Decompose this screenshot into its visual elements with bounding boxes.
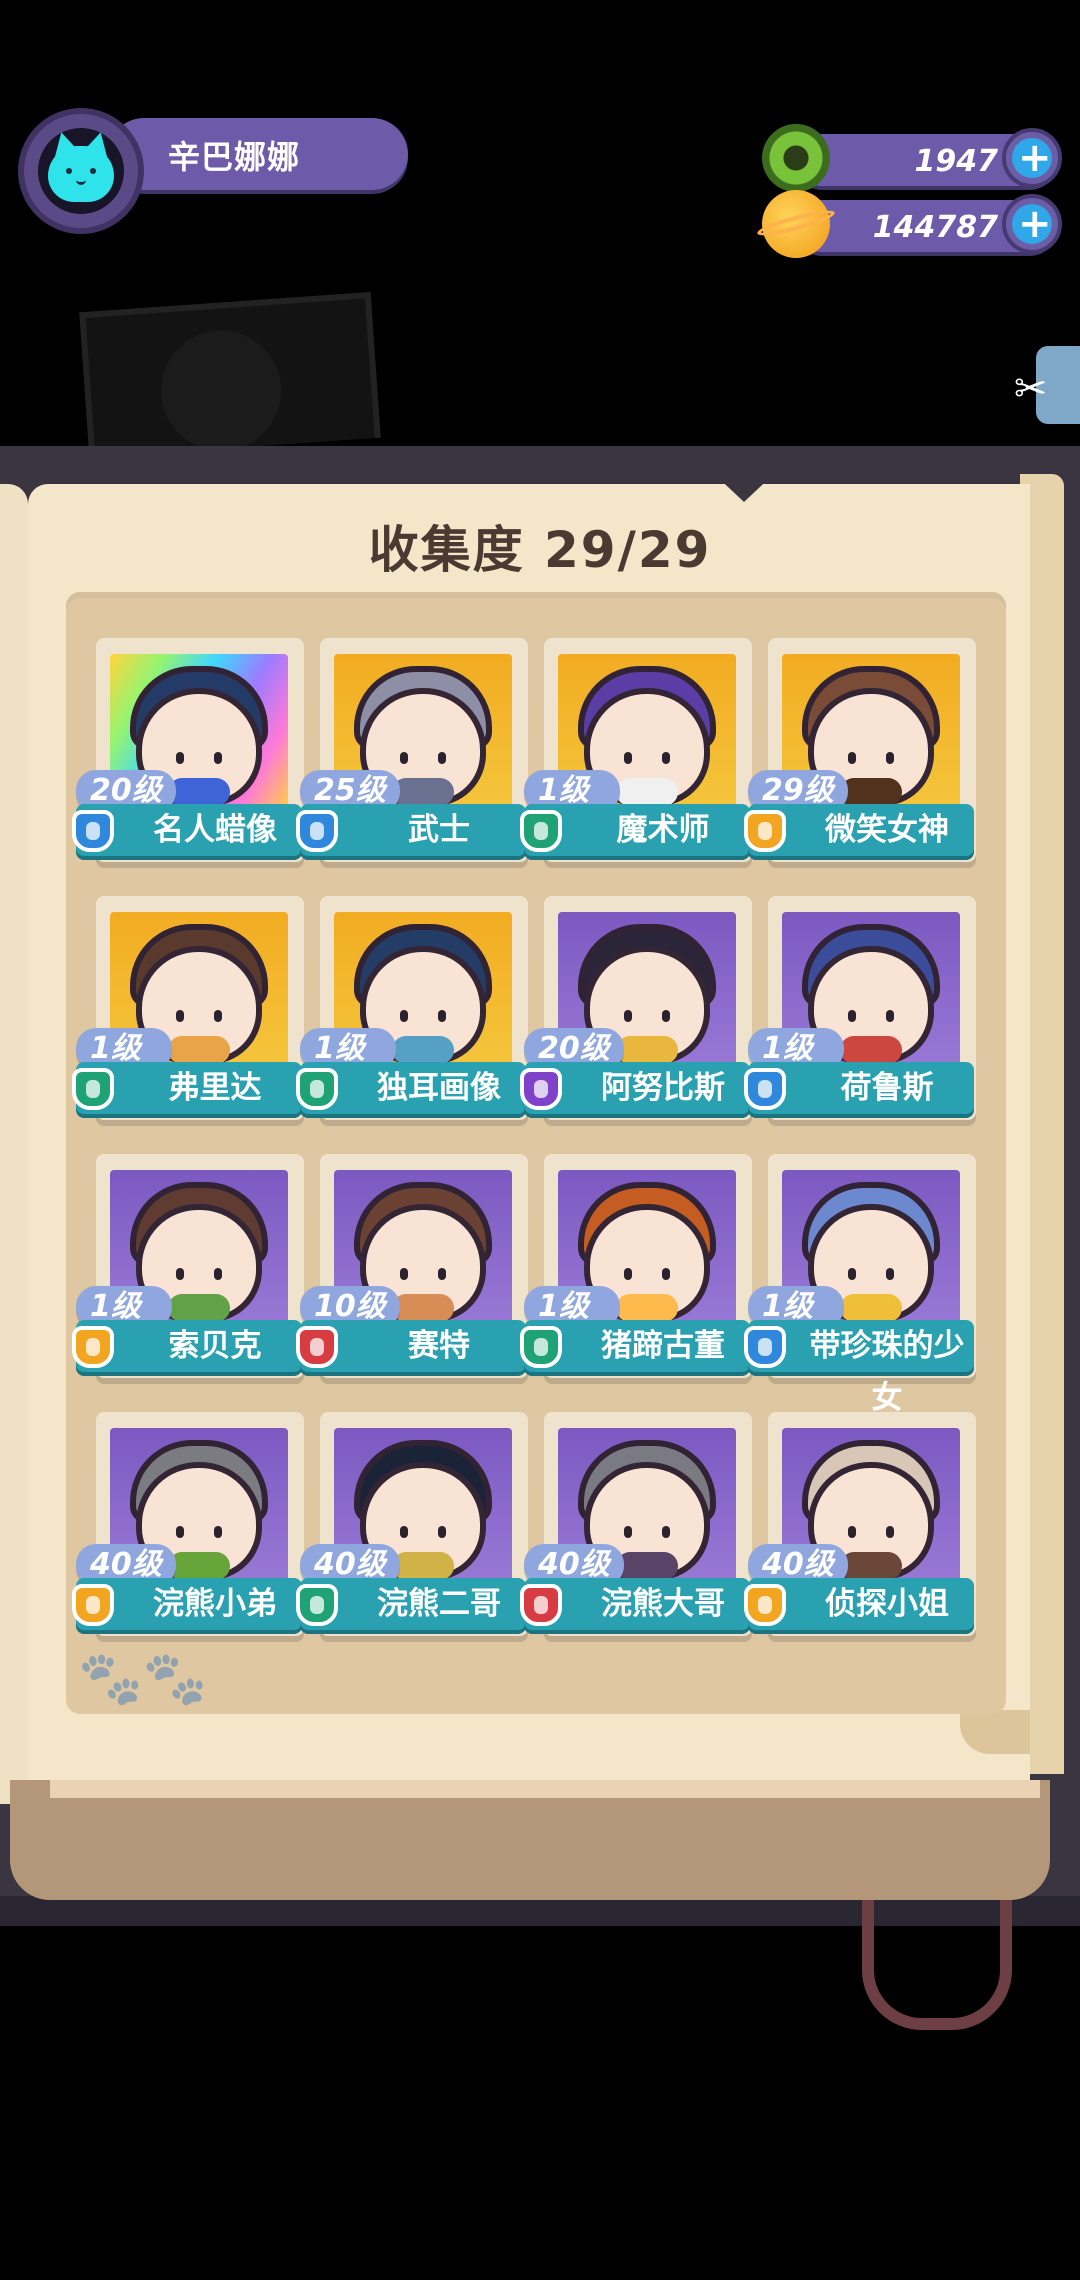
character-name: 弗里达 bbox=[168, 1070, 262, 1106]
character-name: 魔术师 bbox=[616, 812, 710, 848]
character-accessory bbox=[616, 1036, 678, 1064]
character-name: 武士 bbox=[408, 812, 470, 848]
character-card[interactable]: 1级 魔术师 bbox=[520, 638, 752, 862]
character-card[interactable]: 10级 赛特 bbox=[296, 1154, 528, 1378]
add-planet-currency-button[interactable]: + bbox=[1002, 194, 1062, 254]
paw-prints-icon: 🐾🐾 bbox=[78, 1649, 208, 1709]
rarity-badge-icon bbox=[520, 810, 562, 852]
character-accessory bbox=[616, 1294, 678, 1322]
currency-planet-value: 144787 bbox=[872, 210, 998, 245]
rarity-badge-icon bbox=[72, 1584, 114, 1626]
character-card[interactable]: 1级 荷鲁斯 bbox=[744, 896, 976, 1120]
character-card[interactable]: 29级 微笑女神 bbox=[744, 638, 976, 862]
character-accessory bbox=[392, 1036, 454, 1064]
character-name: 侦探小姐 bbox=[825, 1586, 949, 1622]
character-card[interactable]: 40级 侦探小姐 bbox=[744, 1412, 976, 1636]
player-name: 辛巴娜娜 bbox=[168, 138, 301, 176]
rarity-badge-icon bbox=[744, 810, 786, 852]
character-card[interactable]: 1级 弗里达 bbox=[72, 896, 304, 1120]
player-name-pill: 辛巴娜娜 bbox=[108, 118, 408, 190]
rarity-badge-icon bbox=[296, 1584, 338, 1626]
character-accessory bbox=[392, 778, 454, 806]
player-profile[interactable]: 辛巴娜娜 bbox=[18, 108, 408, 234]
rarity-badge-icon bbox=[296, 1068, 338, 1110]
character-card[interactable]: 40级 浣熊大哥 bbox=[520, 1412, 752, 1636]
character-accessory bbox=[616, 1552, 678, 1580]
cyan-cat-avatar-icon bbox=[38, 128, 124, 214]
rarity-badge-icon bbox=[744, 1068, 786, 1110]
character-accessory bbox=[168, 778, 230, 806]
character-accessory bbox=[840, 778, 902, 806]
character-accessory bbox=[840, 1036, 902, 1064]
character-name: 微笑女神 bbox=[825, 812, 949, 848]
character-name: 独耳画像 bbox=[377, 1070, 501, 1106]
rarity-badge-icon bbox=[296, 810, 338, 852]
character-card[interactable]: 25级 武士 bbox=[296, 638, 528, 862]
collection-grid: 20级 名人蜡像 25级 武士 1级 魔术师 29级 微笑女神 1级 弗里达 1级 独耳画像 20级 阿努… bbox=[72, 638, 996, 1648]
character-name: 浣熊大哥 bbox=[601, 1586, 725, 1622]
rarity-badge-icon bbox=[744, 1584, 786, 1626]
page-corner-fold bbox=[960, 1710, 1030, 1754]
currency-donut: 1947 + bbox=[762, 124, 1062, 192]
rarity-badge-icon bbox=[72, 1326, 114, 1368]
player-avatar[interactable] bbox=[18, 108, 144, 234]
character-name: 带珍珠的少女 bbox=[809, 1328, 965, 1416]
character-card[interactable]: 1级 猪蹄古董 bbox=[520, 1154, 752, 1378]
rarity-badge-icon bbox=[296, 1326, 338, 1368]
currency-planet: 144787 + bbox=[762, 190, 1062, 258]
character-accessory bbox=[616, 778, 678, 806]
character-name: 浣熊二哥 bbox=[377, 1586, 501, 1622]
character-card[interactable]: 20级 阿努比斯 bbox=[520, 896, 752, 1120]
character-accessory bbox=[840, 1294, 902, 1322]
rarity-badge-icon bbox=[72, 1068, 114, 1110]
rarity-badge-icon bbox=[744, 1326, 786, 1368]
character-name: 索贝克 bbox=[168, 1328, 262, 1364]
background-picture-frame bbox=[79, 291, 381, 459]
side-tool-button[interactable]: ✂ bbox=[1014, 346, 1080, 424]
character-accessory bbox=[392, 1552, 454, 1580]
character-card[interactable]: 1级 独耳画像 bbox=[296, 896, 528, 1120]
character-name: 浣熊小弟 bbox=[153, 1586, 277, 1622]
character-card[interactable]: 1级 带珍珠的少女 bbox=[744, 1154, 976, 1416]
plus-icon: + bbox=[1018, 135, 1052, 181]
character-accessory bbox=[168, 1294, 230, 1322]
add-donut-currency-button[interactable]: + bbox=[1002, 128, 1062, 188]
character-name: 赛特 bbox=[408, 1328, 470, 1364]
currency-donut-value: 1947 bbox=[914, 144, 999, 179]
rarity-badge-icon bbox=[520, 1326, 562, 1368]
character-accessory bbox=[840, 1552, 902, 1580]
character-card[interactable]: 40级 浣熊小弟 bbox=[72, 1412, 304, 1636]
character-accessory bbox=[392, 1294, 454, 1322]
character-name: 名人蜡像 bbox=[153, 812, 277, 848]
character-card[interactable]: 20级 名人蜡像 bbox=[72, 638, 304, 862]
green-donut-coin-icon bbox=[762, 124, 830, 192]
character-card[interactable]: 1级 索贝克 bbox=[72, 1154, 304, 1378]
plus-icon: + bbox=[1018, 201, 1052, 247]
character-name: 阿努比斯 bbox=[601, 1070, 725, 1106]
character-name: 荷鲁斯 bbox=[840, 1070, 934, 1106]
rarity-badge-icon bbox=[520, 1584, 562, 1626]
character-card[interactable]: 40级 浣熊二哥 bbox=[296, 1412, 528, 1636]
rarity-badge-icon bbox=[520, 1068, 562, 1110]
character-name: 猪蹄古董 bbox=[601, 1328, 725, 1364]
collection-title: 收集度 29/29 bbox=[368, 521, 712, 579]
orange-planet-coin-icon bbox=[762, 190, 830, 258]
character-accessory bbox=[168, 1552, 230, 1580]
character-accessory bbox=[168, 1036, 230, 1064]
rarity-badge-icon bbox=[72, 810, 114, 852]
scissors-icon: ✂ bbox=[1014, 366, 1048, 412]
